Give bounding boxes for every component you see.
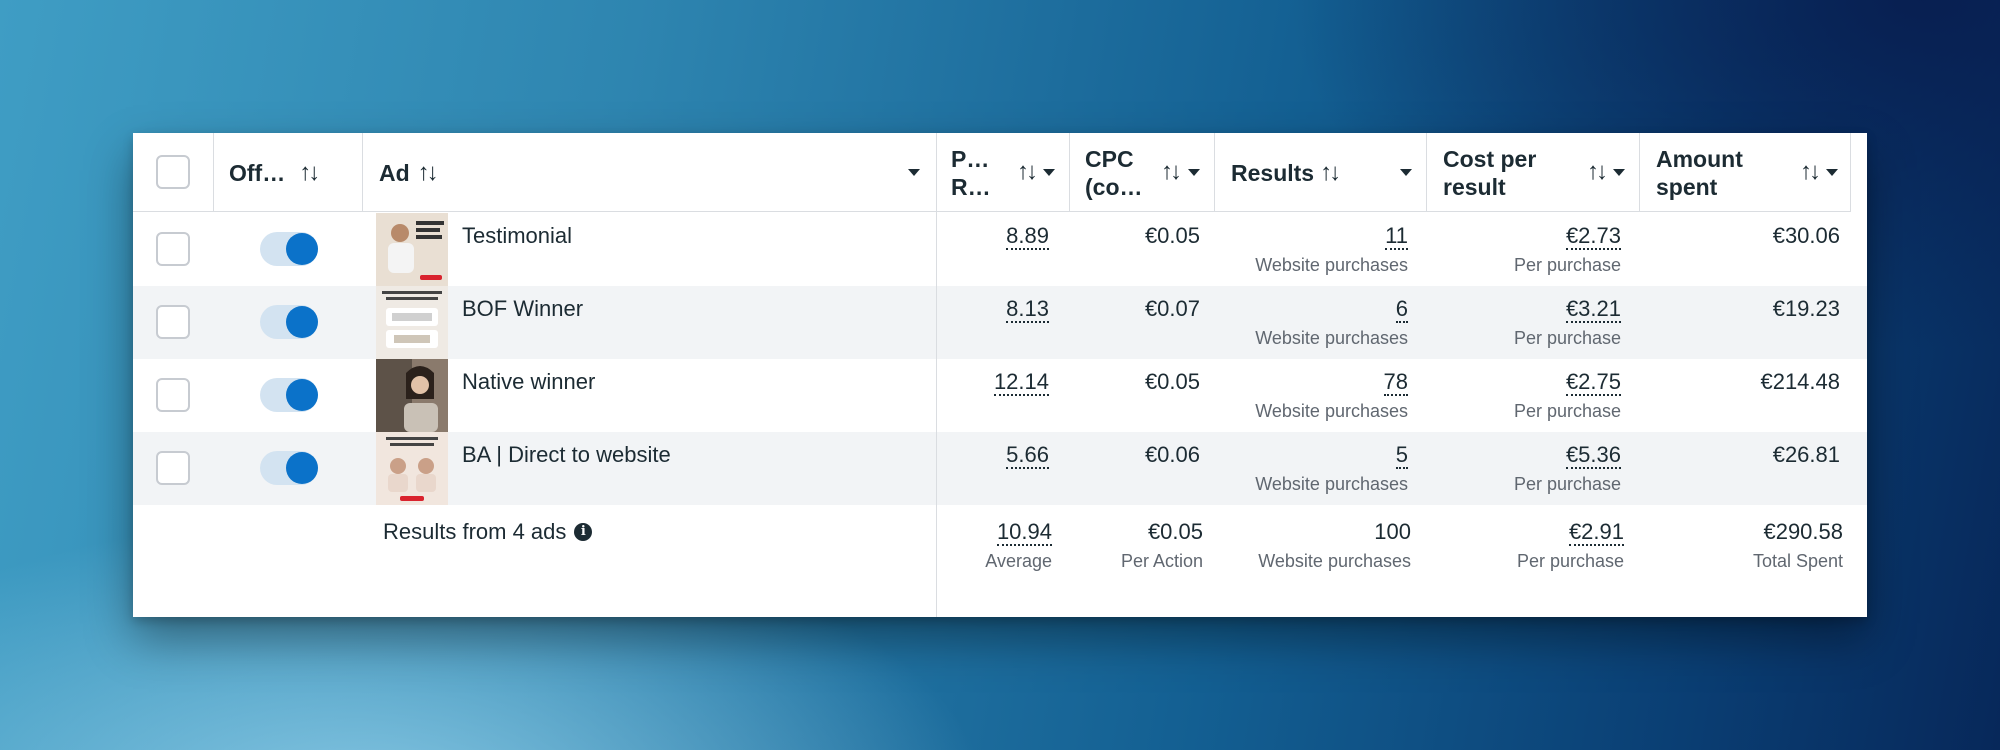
cost-per-result-value[interactable]: €3.21: [1565, 296, 1621, 323]
row-checkbox[interactable]: [156, 451, 190, 485]
row-checkbox[interactable]: [156, 232, 190, 266]
summary-results-value: 100: [1374, 519, 1411, 544]
summary-label-text: Results from 4 ads: [383, 519, 567, 544]
ad-name[interactable]: BOF Winner: [462, 296, 583, 322]
cost-per-result-sublabel: Per purchase: [1513, 328, 1621, 348]
column-header-cost-per-result[interactable]: Cost per result: [1443, 133, 1536, 212]
caret-down-icon[interactable]: [1043, 169, 1055, 176]
row-checkbox[interactable]: [156, 378, 190, 412]
amount-spent-value: €19.23: [1772, 296, 1840, 321]
ad-thumbnail[interactable]: [376, 286, 448, 359]
summary-cpc-value: €0.05: [1147, 519, 1203, 544]
ads-table-panel: Off… ↑↓ Ad ↑↓ P… R… ↑↓ CPC (co… ↑↓ Results…: [133, 133, 1867, 617]
amount-spent-value: €26.81: [1772, 442, 1840, 467]
results-sublabel: Website purchases: [1255, 255, 1408, 275]
column-divider: [936, 212, 937, 617]
summary-cpc-sublabel: Per Action: [1120, 551, 1203, 571]
sort-icon[interactable]: ↑↓: [1161, 158, 1182, 186]
offon-header-label: Off…: [229, 159, 286, 186]
summary-cost-per-result-sublabel: Per purchase: [1516, 551, 1624, 571]
table-row[interactable]: Native winner 12.14 €0.05 78 Website pur…: [133, 359, 1867, 432]
summary-results-sublabel: Website purchases: [1258, 551, 1411, 571]
cpc-value: €0.07: [1144, 296, 1200, 321]
ad-header-label: Ad: [379, 159, 410, 186]
pr-header-label: P… R…: [951, 145, 991, 200]
results-value[interactable]: 6: [1395, 296, 1408, 323]
table-row[interactable]: Testimonial 8.89 €0.05 11 Website purcha…: [133, 213, 1867, 286]
caret-down-icon[interactable]: [1400, 169, 1412, 176]
results-sublabel: Website purchases: [1255, 328, 1408, 348]
ad-status-toggle[interactable]: [260, 305, 318, 339]
ad-thumbnail[interactable]: [376, 432, 448, 505]
results-sublabel: Website purchases: [1255, 401, 1408, 421]
toggle-knob: [286, 452, 318, 484]
row-checkbox[interactable]: [156, 305, 190, 339]
column-header-results[interactable]: Results ↑↓: [1231, 133, 1341, 212]
column-header-ad[interactable]: Ad ↑↓: [379, 133, 439, 212]
ad-status-toggle[interactable]: [260, 232, 318, 266]
cpc-value: €0.06: [1144, 442, 1200, 467]
select-all-checkbox[interactable]: [156, 155, 190, 189]
summary-label: Results from 4 ads i: [383, 519, 593, 545]
pr-value[interactable]: 12.14: [993, 369, 1049, 396]
results-value[interactable]: 11: [1385, 223, 1408, 250]
ad-thumbnail[interactable]: [376, 359, 448, 432]
cost-per-result-sublabel: Per purchase: [1513, 401, 1621, 421]
toggle-knob: [286, 379, 318, 411]
cost-per-result-value[interactable]: €5.36: [1565, 442, 1621, 469]
table-row[interactable]: BOF Winner 8.13 €0.07 6 Website purchase…: [133, 286, 1867, 359]
caret-down-icon[interactable]: [1826, 169, 1838, 176]
summary-amount-spent-sublabel: Total Spent: [1752, 551, 1843, 571]
cost-per-result-sublabel: Per purchase: [1513, 474, 1621, 494]
sort-icon[interactable]: ↑↓: [299, 159, 320, 187]
summary-pr-value[interactable]: 10.94: [996, 519, 1052, 546]
caret-down-icon[interactable]: [1613, 169, 1625, 176]
pr-value[interactable]: 8.89: [1006, 223, 1049, 250]
amount-header-label: Amount spent: [1656, 145, 1743, 200]
pr-value[interactable]: 8.13: [1006, 296, 1049, 323]
ad-name[interactable]: BA | Direct to website: [462, 442, 671, 468]
results-header-label: Results: [1231, 159, 1315, 186]
sort-icon[interactable]: ↑↓: [1017, 158, 1038, 186]
results-value[interactable]: 78: [1383, 369, 1408, 396]
table-row[interactable]: BA | Direct to website 5.66 €0.06 5 Webs…: [133, 432, 1867, 505]
cpc-header-label: CPC (co…: [1085, 145, 1143, 200]
sort-icon[interactable]: ↑↓: [418, 159, 439, 187]
ad-status-toggle[interactable]: [260, 378, 318, 412]
amount-spent-value: €30.06: [1772, 223, 1840, 248]
summary-cost-per-result-value[interactable]: €2.91: [1568, 519, 1624, 546]
column-header-amount-spent[interactable]: Amount spent: [1656, 133, 1743, 212]
info-icon[interactable]: i: [574, 523, 593, 541]
toggle-knob: [286, 233, 318, 265]
column-header-cpc[interactable]: CPC (co…: [1085, 133, 1143, 212]
toggle-knob: [286, 306, 318, 338]
cpc-value: €0.05: [1144, 223, 1200, 248]
summary-amount-spent-value: €290.58: [1763, 519, 1843, 544]
sort-icon[interactable]: ↑↓: [1587, 158, 1608, 186]
results-sublabel: Website purchases: [1255, 474, 1408, 494]
sort-icon[interactable]: ↑↓: [1800, 158, 1821, 186]
cpr-header-label: Cost per result: [1443, 145, 1537, 200]
ad-name[interactable]: Native winner: [462, 369, 595, 395]
results-value[interactable]: 5: [1395, 442, 1408, 469]
summary-pr-sublabel: Average: [985, 551, 1052, 571]
ad-name[interactable]: Testimonial: [462, 223, 572, 249]
ad-status-toggle[interactable]: [260, 451, 318, 485]
cost-per-result-sublabel: Per purchase: [1513, 255, 1621, 275]
cost-per-result-value[interactable]: €2.75: [1565, 369, 1621, 396]
column-header-offon[interactable]: Off… ↑↓: [229, 133, 320, 212]
ad-thumbnail[interactable]: [376, 213, 448, 286]
cpc-value: €0.05: [1144, 369, 1200, 394]
sort-icon[interactable]: ↑↓: [1320, 159, 1341, 187]
table-header: Off… ↑↓ Ad ↑↓ P… R… ↑↓ CPC (co… ↑↓ Results…: [133, 133, 1851, 212]
cost-per-result-value[interactable]: €2.73: [1565, 223, 1621, 250]
pr-value[interactable]: 5.66: [1006, 442, 1049, 469]
caret-down-icon[interactable]: [908, 169, 920, 176]
caret-down-icon[interactable]: [1188, 169, 1200, 176]
column-header-pr[interactable]: P… R…: [951, 133, 991, 212]
amount-spent-value: €214.48: [1760, 369, 1840, 394]
